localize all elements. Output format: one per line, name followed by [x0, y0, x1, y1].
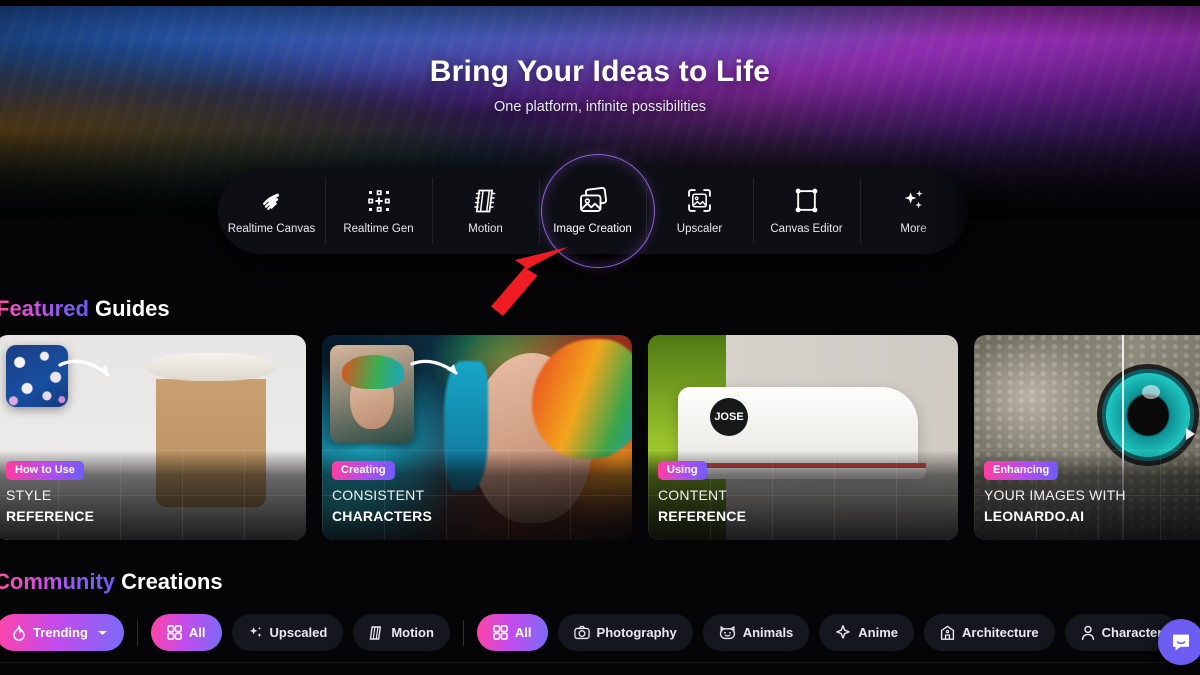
filter-photography[interactable]: Photography	[557, 614, 693, 651]
canvas-editor-icon	[794, 188, 819, 214]
filter-animals[interactable]: Animals	[702, 614, 810, 651]
filter-divider	[462, 619, 464, 646]
nav-item-canvas-editor[interactable]: Canvas Editor	[753, 168, 860, 254]
guide-card-line1: CONTENT	[658, 487, 728, 503]
nav-item-image-creation[interactable]: Image Creation	[539, 168, 646, 254]
filter-label: Motion	[391, 625, 434, 640]
filter-label: All	[514, 625, 532, 640]
person-icon	[1081, 625, 1095, 641]
nav-item-realtime-gen[interactable]: Realtime Gen	[325, 168, 432, 254]
filter-label: Character	[1101, 625, 1163, 640]
sort-label: Trending	[33, 625, 88, 640]
guide-card-badge: Enhancing	[984, 461, 1059, 480]
filter-divider	[136, 619, 138, 646]
guide-card-badge: How to Use	[6, 461, 84, 480]
cat-icon	[719, 625, 736, 640]
sparkle-icon	[248, 625, 263, 640]
carousel-next-arrow-icon[interactable]	[1186, 428, 1195, 440]
leonardo-home-page: Bring Your Ideas to Life One platform, i…	[0, 0, 1200, 675]
filter-label: Animals	[742, 625, 794, 640]
heading-accent: Community	[0, 569, 115, 594]
star-icon	[835, 624, 851, 641]
realtime-gen-icon	[367, 188, 391, 214]
guide-card-line1: CONSISTENT	[332, 487, 425, 503]
heading-plain: Creations	[121, 569, 223, 594]
sparkles-icon	[901, 188, 927, 214]
community-filter-bar: Trending All Upscaled Motion All Photogr…	[0, 614, 1179, 651]
featured-guides-carousel[interactable]: How to Use STYLE REFERENCE Creating CONS…	[0, 335, 1200, 540]
grid-icon	[167, 625, 182, 640]
hero-top-letterbox	[0, 0, 1200, 6]
guide-card-line2: LEONARDO.AI	[984, 508, 1085, 524]
filter-all-primary[interactable]: All	[150, 614, 222, 651]
flame-icon	[12, 624, 26, 641]
guide-card-badge: Using	[658, 461, 707, 480]
chevron-down-icon	[97, 629, 108, 637]
filter-label: Architecture	[962, 625, 1039, 640]
nav-item-motion[interactable]: Motion	[432, 168, 539, 254]
filter-architecture[interactable]: Architecture	[924, 614, 1055, 651]
nav-label: Canvas Editor	[770, 222, 843, 235]
filter-label: All	[188, 625, 206, 640]
upscaler-icon	[687, 188, 712, 214]
nav-label: More	[900, 222, 927, 235]
filter-label: Anime	[858, 625, 899, 640]
realtime-canvas-icon	[259, 188, 285, 214]
filter-motion[interactable]: Motion	[353, 614, 450, 651]
nav-item-more[interactable]: More	[860, 168, 967, 254]
bottom-divider	[0, 662, 1200, 663]
heading-accent: Featured	[0, 296, 89, 321]
hero-text-block: Bring Your Ideas to Life One platform, i…	[0, 55, 1200, 115]
heading-plain: Guides	[95, 296, 170, 321]
guide-card-line1: STYLE	[6, 487, 52, 503]
featured-guides-heading: Featured Guides	[0, 296, 170, 322]
guide-card[interactable]: Enhancing YOUR IMAGES WITH LEONARDO.AI	[974, 335, 1200, 540]
filter-label: Photography	[596, 625, 677, 640]
filter-upscaled[interactable]: Upscaled	[231, 614, 344, 651]
guide-card[interactable]: How to Use STYLE REFERENCE	[0, 335, 306, 540]
annotation-arrow-icon	[487, 243, 573, 329]
grid-icon	[493, 625, 508, 640]
image-creation-icon	[578, 186, 608, 214]
sort-trending-dropdown[interactable]: Trending	[0, 614, 124, 651]
guide-card-line2: REFERENCE	[658, 508, 747, 524]
nav-item-upscaler[interactable]: Upscaler	[646, 168, 753, 254]
chat-support-button[interactable]	[1158, 619, 1200, 665]
guide-card[interactable]: Creating CONSISTENT CHARACTERS	[322, 335, 632, 540]
guide-card-line2: CHARACTERS	[332, 508, 432, 524]
motion-icon	[369, 625, 384, 641]
page-subtitle: One platform, infinite possibilities	[494, 99, 706, 115]
filter-anime[interactable]: Anime	[819, 614, 915, 651]
guide-card-line1: YOUR IMAGES WITH	[984, 487, 1126, 503]
nav-label: Motion	[468, 222, 503, 235]
guide-card-line2: REFERENCE	[6, 508, 95, 524]
page-title: Bring Your Ideas to Life	[429, 55, 771, 88]
nav-label: Image Creation	[553, 222, 632, 235]
tool-dock-inner: Realtime Canvas Realtime Gen Motion Imag…	[218, 154, 968, 268]
filter-all-secondary[interactable]: All	[476, 614, 548, 651]
tool-dock: Realtime Canvas Realtime Gen Motion Imag…	[218, 154, 968, 268]
camera-icon	[573, 625, 590, 640]
chat-bubble-icon	[1169, 630, 1193, 654]
guide-card-badge: Creating	[332, 461, 395, 480]
nav-label: Realtime Canvas	[227, 222, 316, 235]
community-creations-heading: Community Creations	[0, 569, 223, 595]
filter-label: Upscaled	[269, 625, 328, 640]
guide-card[interactable]: JOSE Using CONTENT REFERENCE	[648, 335, 958, 540]
building-icon	[940, 625, 955, 641]
nav-label: Realtime Gen	[343, 222, 414, 235]
nav-item-realtime-canvas[interactable]: Realtime Canvas	[218, 168, 325, 254]
motion-film-icon	[473, 188, 498, 214]
nav-label: Upscaler	[676, 222, 723, 235]
